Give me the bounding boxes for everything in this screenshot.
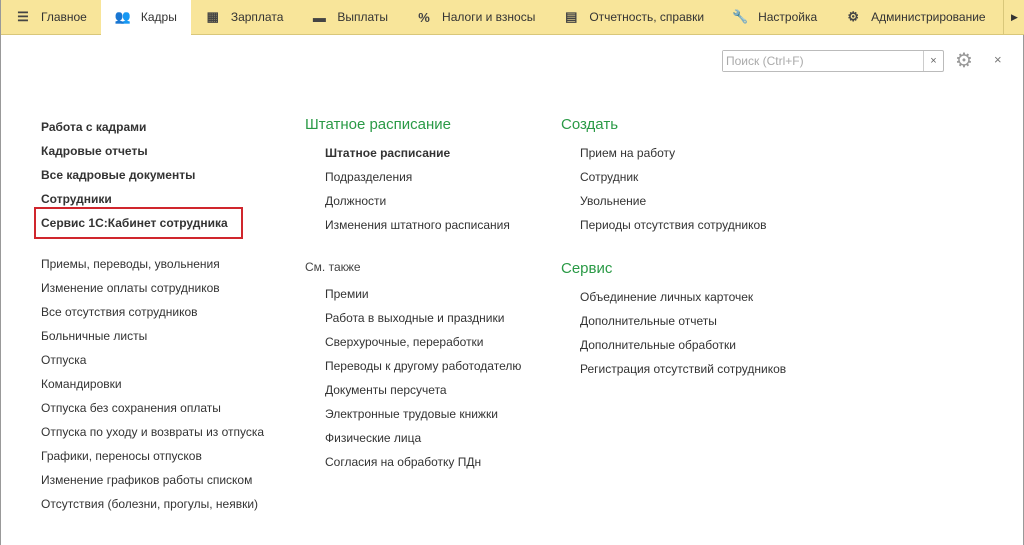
menu-icon: ☰ <box>17 9 29 24</box>
nav-link[interactable]: Отпуска по уходу и возвраты из отпуска <box>41 420 264 444</box>
users-icon: 👥 <box>114 9 132 24</box>
nav-link[interactable]: Согласия на обработку ПДн <box>325 450 521 474</box>
gear-icon: ⚙ <box>847 9 859 24</box>
nav-link[interactable]: Переводы к другому работодателю <box>325 354 521 378</box>
tab-0[interactable]: ☰ Главное <box>1 0 101 35</box>
nav-link[interactable]: Регистрация отсутствий сотрудников <box>580 357 786 381</box>
reports-icon: ▤ <box>565 9 578 24</box>
scroll-right-button[interactable]: ▶ <box>1003 0 1024 35</box>
search-input[interactable] <box>723 51 923 71</box>
percent-icon: % <box>418 9 430 25</box>
column-staffing: Штатное расписание Штатное расписание Под… <box>305 113 521 474</box>
nav-link[interactable]: Отсутствия (болезни, прогулы, неявки) <box>41 492 264 516</box>
nav-link[interactable]: Объединение личных карточек <box>580 285 786 309</box>
nav-link[interactable]: Все кадровые документы <box>41 163 228 187</box>
tab-4[interactable]: % Налоги и взносы <box>402 0 549 35</box>
nav-link[interactable]: Командировки <box>41 372 264 396</box>
card-icon: ▬ <box>312 9 326 25</box>
search-field[interactable]: × <box>722 50 944 72</box>
nav-link[interactable]: Дополнительные обработки <box>580 333 786 357</box>
nav-link[interactable]: Графики, переносы отпусков <box>41 444 264 468</box>
nav-link[interactable]: Дополнительные отчеты <box>580 309 786 333</box>
tab-7[interactable]: ⚙ Администрирование <box>831 0 999 35</box>
tab-label: Главное <box>41 10 87 24</box>
nav-link[interactable]: Кадровые отчеты <box>41 139 228 163</box>
see-also-label: См. также <box>305 260 361 274</box>
tab-label: Выплаты <box>337 10 389 24</box>
close-icon[interactable]: × <box>994 52 1002 67</box>
tab-5[interactable]: ▤ Отчетность, справки <box>549 0 718 35</box>
nav-link[interactable]: Работа с кадрами <box>41 115 228 139</box>
tab-3[interactable]: ▬ Выплаты <box>297 0 402 35</box>
clear-search-button[interactable]: × <box>923 51 943 71</box>
nav-link[interactable]: Должности <box>325 189 521 213</box>
calculator-icon: ▦ <box>206 9 219 24</box>
nav-link[interactable]: Премии <box>325 282 521 306</box>
arrow-right-icon: ▶ <box>1011 11 1018 22</box>
settings-gear-icon[interactable]: ⚙ <box>955 48 973 73</box>
column-main-list: Приемы, переводы, увольнения Изменение оп… <box>41 252 264 516</box>
service-header: Сервис <box>561 260 613 277</box>
nav-link[interactable]: Физические лица <box>325 426 521 450</box>
nav-link[interactable]: Приемы, переводы, увольнения <box>41 252 264 276</box>
tab-label: Администрирование <box>871 10 986 24</box>
tab-label: Отчетность, справки <box>589 10 705 24</box>
nav-link[interactable]: Подразделения <box>325 165 521 189</box>
nav-link[interactable]: Изменение оплаты сотрудников <box>41 276 264 300</box>
tab-1[interactable]: 👥 Кадры <box>100 0 191 35</box>
create-header: Создать <box>561 116 619 133</box>
tab-label: Кадры <box>140 10 177 24</box>
nav-link[interactable]: Работа в выходные и праздники <box>325 306 521 330</box>
highlight-box <box>34 207 243 239</box>
nav-link[interactable]: Больничные листы <box>41 324 264 348</box>
staffing-header: Штатное расписание <box>305 116 452 133</box>
nav-link[interactable]: Электронные трудовые книжки <box>325 402 521 426</box>
column-create: Создать Прием на работу Сотрудник Увольнен… <box>561 113 786 381</box>
nav-link[interactable]: Изменения штатного расписания <box>325 213 521 237</box>
nav-link[interactable]: Прием на работу <box>580 141 786 165</box>
nav-link[interactable]: Отпуска <box>41 348 264 372</box>
tab-label: Настройка <box>758 10 818 24</box>
nav-link[interactable]: Увольнение <box>580 189 786 213</box>
tab-label: Налоги и взносы <box>442 10 536 24</box>
nav-link[interactable]: Изменение графиков работы списком <box>41 468 264 492</box>
section-panel: ☰ Главное 👥 Кадры ▦ Зарплата ▬ Выплаты% Налоги и… <box>1 0 1024 35</box>
nav-link[interactable]: Периоды отсутствия сотрудников <box>580 213 786 237</box>
tab-label: Зарплата <box>230 10 284 24</box>
nav-link[interactable]: Документы персучета <box>325 378 521 402</box>
nav-link[interactable]: Отпуска без сохранения оплаты <box>41 396 264 420</box>
nav-link[interactable]: Сотрудник <box>580 165 786 189</box>
tab-2[interactable]: ▦ Зарплата <box>191 0 298 35</box>
nav-link[interactable]: Сверхурочные, переработки <box>325 330 521 354</box>
nav-link[interactable]: Штатное расписание <box>325 141 521 165</box>
nav-link[interactable]: Все отсутствия сотрудников <box>41 300 264 324</box>
tab-6[interactable]: 🔧 Настройка <box>718 0 831 35</box>
wrench-icon: 🔧 <box>732 9 749 24</box>
